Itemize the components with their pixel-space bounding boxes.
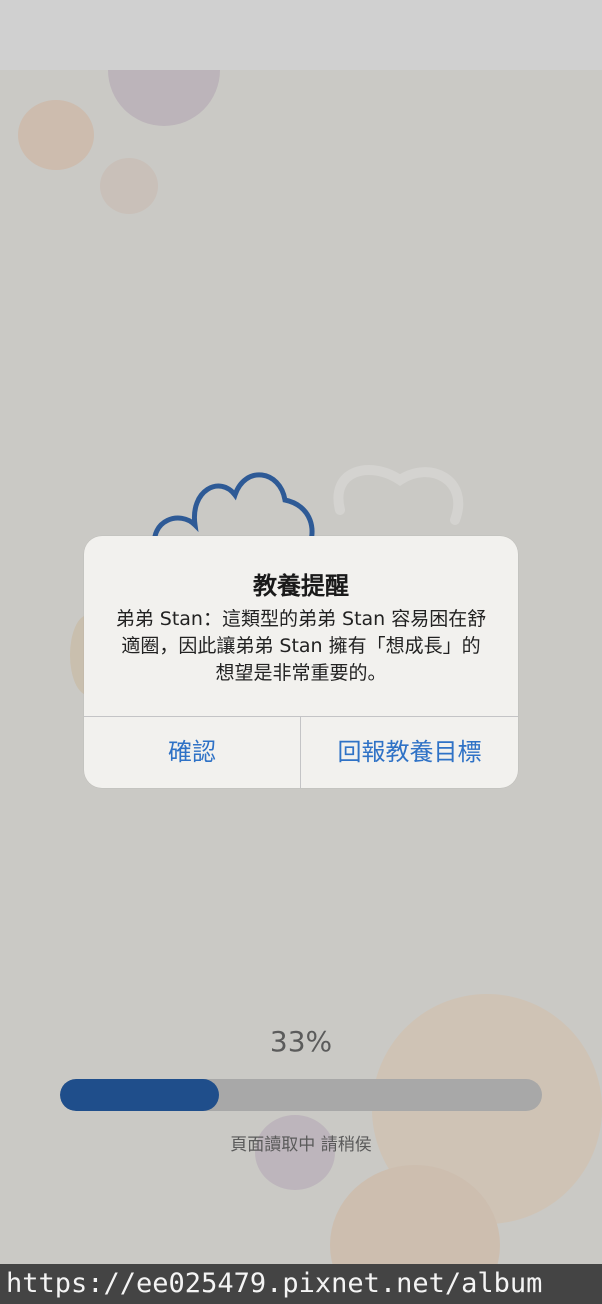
dialog-message: 弟弟 Stan：這類型的弟弟 Stan 容易困在舒適圈，因此讓弟弟 Stan 擁… <box>115 608 487 684</box>
report-goal-button[interactable]: 回報教養目標 <box>301 717 518 788</box>
confirm-button[interactable]: 確認 <box>84 717 300 788</box>
alert-dialog: 教養提醒 弟弟 Stan：這類型的弟弟 Stan 容易困在舒適圈，因此讓弟弟 S… <box>84 536 518 788</box>
dialog-title: 教養提醒 <box>253 572 349 600</box>
watermark-url: https://ee025479.pixnet.net/album <box>0 1264 602 1304</box>
